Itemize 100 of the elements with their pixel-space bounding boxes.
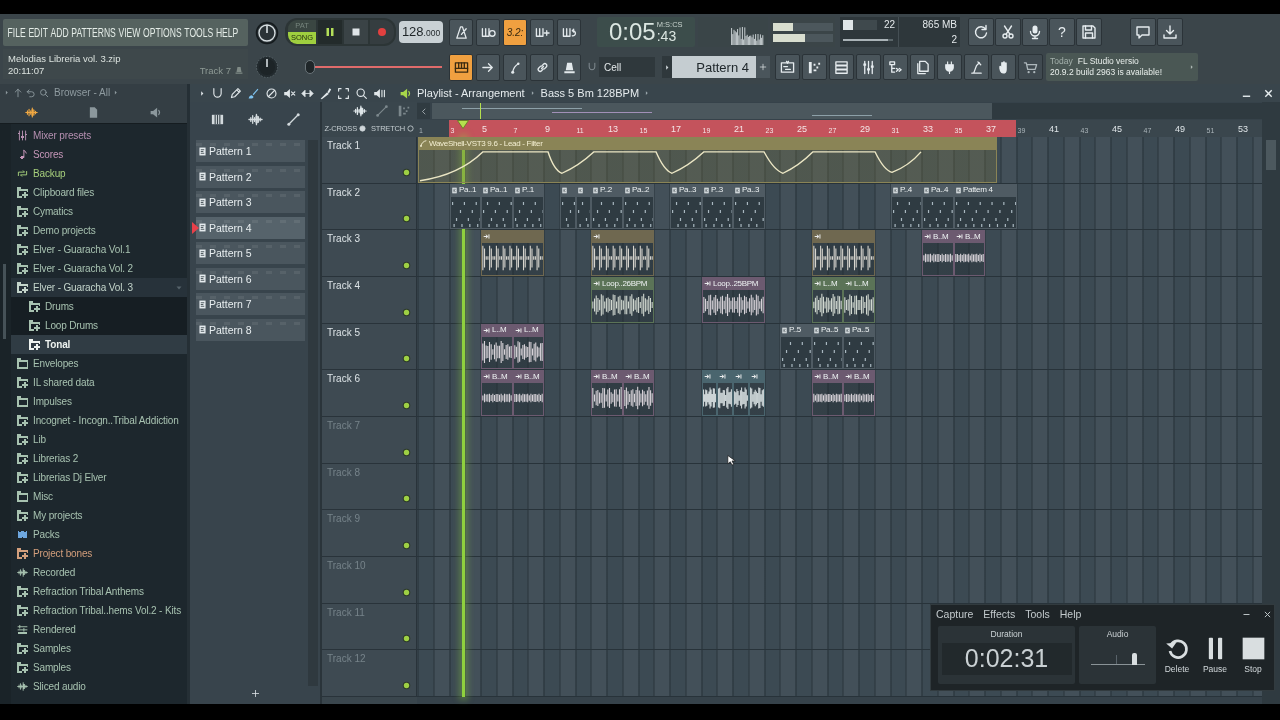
speaker-bars-icon[interactable] xyxy=(373,86,386,100)
status-dot-icon[interactable] xyxy=(402,214,411,224)
arrow-button[interactable] xyxy=(476,53,500,81)
status-dot-icon[interactable] xyxy=(402,401,411,411)
pattern-selector[interactable]: Pattern 4 xyxy=(672,56,756,78)
pattern-item[interactable]: Pattern 5 xyxy=(196,242,305,264)
browser-item[interactable]: Loop Drums xyxy=(11,316,187,335)
status-dot-icon[interactable] xyxy=(402,307,411,317)
menu-item[interactable]: TOOLS xyxy=(184,24,214,41)
pattern-clip[interactable]: Pattern 4 xyxy=(954,183,1017,230)
browser-item[interactable]: Sliced audio xyxy=(11,677,187,696)
waveform-icon[interactable] xyxy=(24,105,38,119)
stop-button[interactable]: Stop xyxy=(1236,635,1270,674)
radio-on-icon[interactable] xyxy=(358,125,366,132)
piano-keys-icon[interactable] xyxy=(209,112,225,127)
overdub-button[interactable] xyxy=(530,18,554,46)
line-nodes-icon[interactable] xyxy=(375,104,389,118)
speaker-icon[interactable] xyxy=(399,86,412,100)
knife-icon[interactable] xyxy=(319,86,332,100)
chevron-right-icon[interactable] xyxy=(1189,63,1195,71)
bell-button[interactable] xyxy=(557,53,581,81)
song-overview[interactable] xyxy=(432,103,1262,119)
speaker-icon[interactable] xyxy=(149,105,163,119)
waveform-icon[interactable] xyxy=(247,112,263,127)
wait-button[interactable] xyxy=(476,18,500,46)
stop-button[interactable] xyxy=(344,20,368,44)
piano-roll-icon[interactable] xyxy=(397,104,411,118)
menu-item[interactable]: Tools xyxy=(1025,608,1050,620)
audio-clip[interactable]: B..M xyxy=(623,370,654,417)
magnet-icon[interactable] xyxy=(211,86,224,100)
menu-item[interactable]: Help xyxy=(1059,608,1082,620)
menu-item[interactable]: ADD xyxy=(50,24,69,41)
audio-clip[interactable]: Loop..26BPM xyxy=(591,277,654,323)
prohibited-icon[interactable] xyxy=(265,86,278,100)
track-header[interactable]: Track 3 xyxy=(322,230,417,277)
browser-item[interactable]: Misc xyxy=(11,487,187,506)
status-dot-icon[interactable] xyxy=(402,261,411,270)
pattern-clip[interactable]: Pa..3 xyxy=(733,183,765,230)
mixer-button[interactable] xyxy=(856,54,881,80)
status-dot-icon[interactable] xyxy=(402,167,411,177)
browser-item[interactable]: Recorded xyxy=(11,563,187,582)
line-nodes-icon[interactable] xyxy=(285,112,301,127)
delete-button[interactable]: Delete xyxy=(1160,635,1194,674)
audio-clip[interactable]: Loop..25BPM xyxy=(702,277,765,323)
keyboard-button[interactable] xyxy=(449,53,473,81)
audio-clip[interactable]: B..M xyxy=(954,230,985,276)
track-lane[interactable]: L..M L..M P..5 Pa..5 Pa..5 xyxy=(417,323,1262,371)
browser-item[interactable]: Rendered xyxy=(11,620,187,639)
play-arrow-icon[interactable] xyxy=(4,89,10,96)
browser-item[interactable]: Incognet - Incogn..Tribal Addiction xyxy=(11,411,187,430)
browser-item[interactable]: Clipboard files xyxy=(11,183,187,202)
status-dot-icon[interactable] xyxy=(402,354,411,364)
microphone-button[interactable] xyxy=(1022,18,1048,46)
pattern-clip[interactable]: P..5 xyxy=(780,323,812,370)
browser-item[interactable]: Librerias Dj Elver xyxy=(11,468,187,487)
save-button[interactable] xyxy=(1076,18,1102,46)
pattern-clip[interactable]: Pa..3 xyxy=(670,183,702,230)
radio-off-icon[interactable] xyxy=(407,125,414,132)
scroll-left-button[interactable] xyxy=(417,103,430,119)
pattern-clip[interactable]: P..1 xyxy=(513,183,544,230)
menu-item[interactable]: Capture xyxy=(936,608,974,620)
browser-item[interactable]: Lib xyxy=(11,430,187,449)
browser-item[interactable]: Elver - Guaracha Vol. 3 xyxy=(11,278,187,297)
audio-clip[interactable] xyxy=(481,230,544,276)
audio-clip[interactable] xyxy=(717,370,733,417)
status-dot-icon[interactable] xyxy=(402,587,411,597)
browser-item[interactable]: Scores xyxy=(11,145,187,164)
pattern-item[interactable]: Pattern 2 xyxy=(196,165,305,188)
scissors-button[interactable] xyxy=(995,18,1021,46)
track-lane[interactable]: B..M B..M B..M B..M B..M B..M xyxy=(417,370,1262,418)
audio-clip[interactable]: B..M xyxy=(812,370,843,417)
track-lane[interactable]: B..M B..M xyxy=(417,230,1262,277)
pattern-clip[interactable]: Pa..1 xyxy=(450,183,481,230)
browser-item[interactable]: Project bones xyxy=(11,544,187,563)
status-dot-icon[interactable] xyxy=(402,681,411,691)
track-lane[interactable]: Loop..26BPM Loop..25BPM L..M L..M xyxy=(417,277,1262,324)
pattern-item[interactable]: Pattern 3 xyxy=(196,191,305,213)
menu-item[interactable]: OPTIONS xyxy=(143,24,182,41)
piano-roll-button[interactable] xyxy=(802,54,827,80)
browser-item[interactable]: Refraction Tribal Anthems xyxy=(11,582,187,601)
status-dot-icon[interactable] xyxy=(402,634,411,644)
refresh-button[interactable] xyxy=(968,18,994,46)
track-header[interactable]: Track 5 xyxy=(322,323,417,371)
browser-item[interactable]: Drums xyxy=(11,297,187,316)
browser-item[interactable]: IL shared data xyxy=(11,373,187,392)
play-button[interactable] xyxy=(318,20,342,44)
close-icon[interactable] xyxy=(1263,87,1274,99)
magnet-icon[interactable] xyxy=(587,61,597,73)
search-icon[interactable] xyxy=(39,87,49,98)
menu-item[interactable]: EDIT xyxy=(28,24,48,41)
browser-item[interactable]: Samples xyxy=(11,658,187,677)
undo-icon[interactable] xyxy=(26,87,36,98)
browser-item[interactable]: Cymatics xyxy=(11,202,187,221)
menu-item[interactable]: Effects xyxy=(983,608,1016,620)
pattern-menu-button[interactable] xyxy=(662,56,672,78)
slider-thumb[interactable] xyxy=(1132,652,1138,665)
audio-clip[interactable] xyxy=(733,370,749,417)
menu-item[interactable]: VIEW xyxy=(118,24,141,41)
status-dot-icon[interactable] xyxy=(402,447,411,457)
track-header[interactable]: Track 2 xyxy=(322,183,417,231)
